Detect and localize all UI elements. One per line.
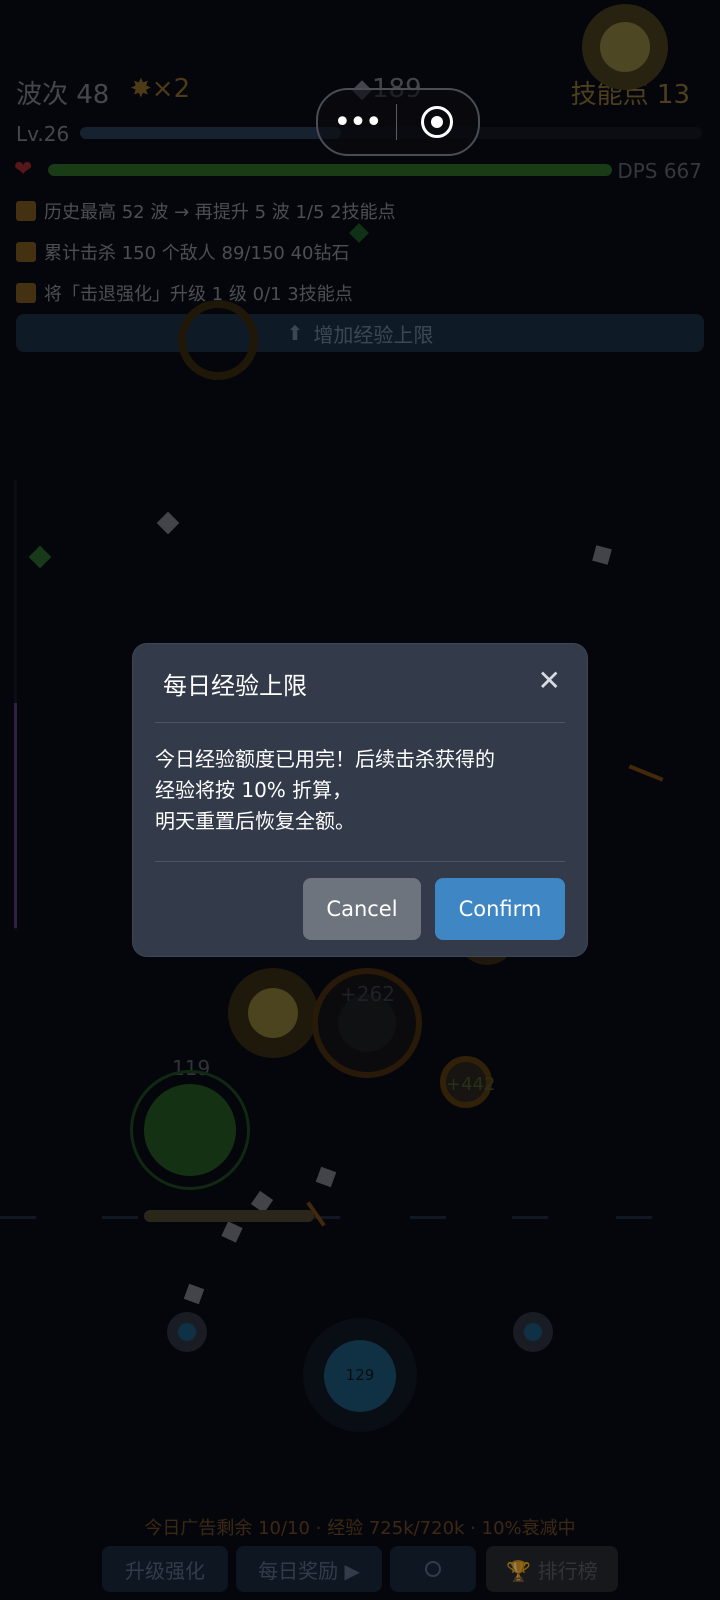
dialog-text-line: 经验将按 10% 折算， [155,778,353,802]
dialog-text-line: 今日经验额度已用完！后续击杀获得的 [155,747,495,771]
dialog-title: 每日经验上限 [163,672,307,700]
divider [155,722,565,723]
cancel-button[interactable]: Cancel [303,878,421,940]
target-icon [421,106,453,138]
close-icon[interactable]: ✕ [538,664,561,697]
close-program-button[interactable] [397,106,477,138]
dialog-body: 今日经验额度已用完！后续击杀获得的 经验将按 10% 折算， 明天重置后恢复全额… [155,744,565,837]
divider [155,861,565,862]
miniprogram-capsule: ••• [316,88,480,156]
dialog-text-line: 明天重置后恢复全额。 [155,809,355,833]
confirm-button[interactable]: Confirm [435,878,565,940]
more-button[interactable]: ••• [318,105,396,140]
daily-xp-cap-dialog: 每日经验上限 ✕ 今日经验额度已用完！后续击杀获得的 经验将按 10% 折算， … [133,644,587,956]
